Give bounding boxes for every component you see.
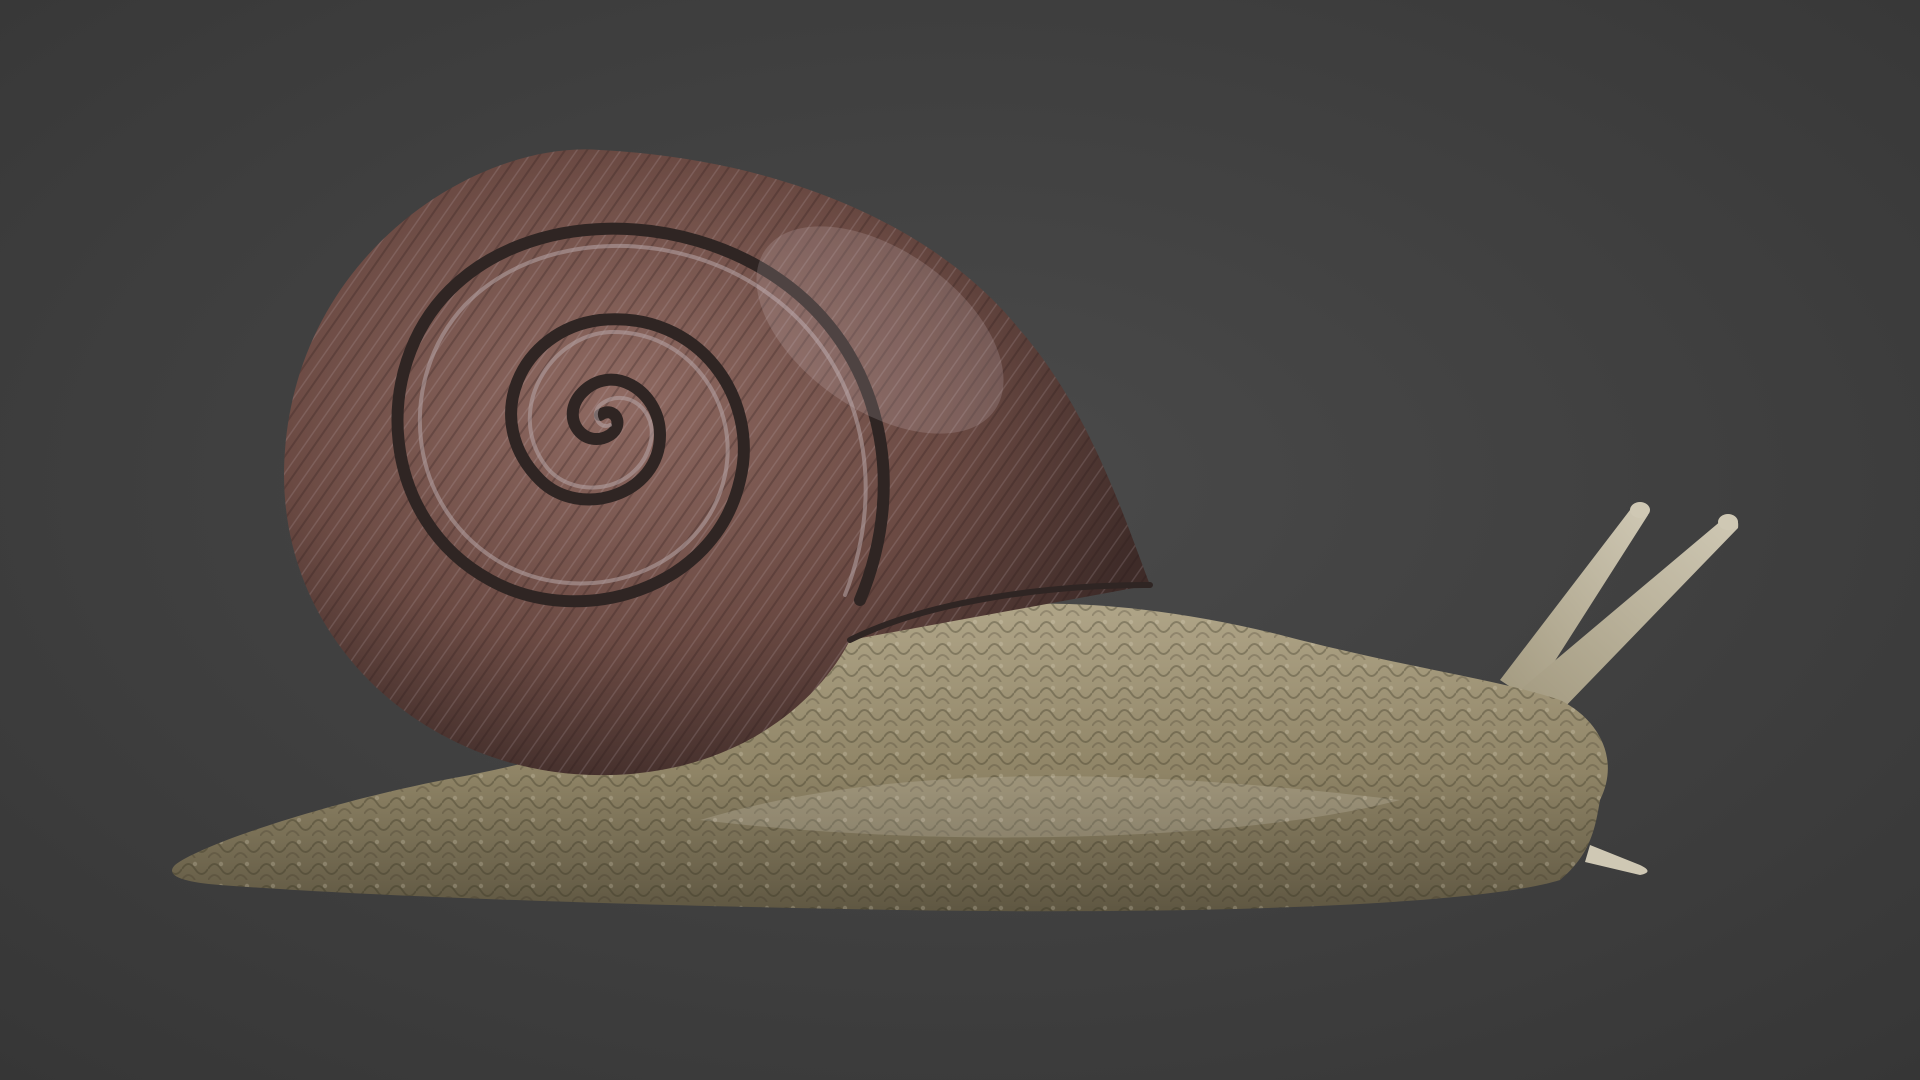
tentacle-tip-right [1718,514,1738,530]
snail-render-scene [0,0,1920,1080]
tentacle-tip-left [1630,502,1650,518]
render-viewport [0,0,1920,1080]
